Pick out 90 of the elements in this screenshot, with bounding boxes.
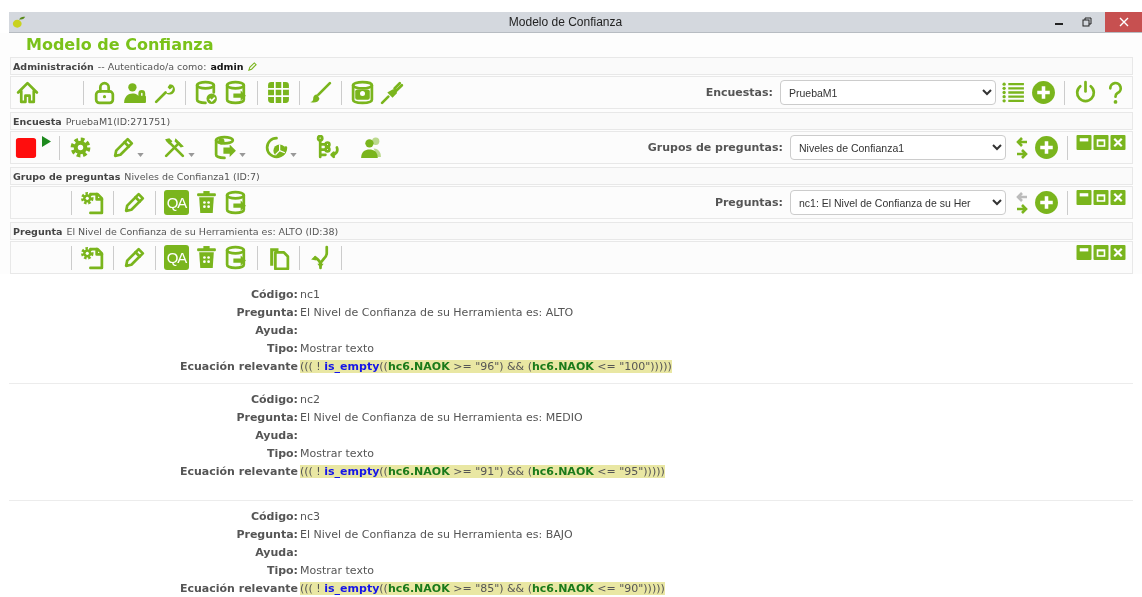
pencil-icon[interactable] bbox=[247, 61, 257, 71]
field-label: Ayuda: bbox=[254, 546, 299, 561]
close-icon[interactable] bbox=[1110, 190, 1126, 205]
section-heading: Administración bbox=[13, 60, 94, 72]
close-icon[interactable] bbox=[1110, 135, 1126, 150]
equation-text: ((( ! is_empty((hc6.NAOK >= "96") && (hc6.NAOK <= "100"))))) bbox=[300, 360, 672, 373]
caret-icon[interactable] bbox=[137, 153, 144, 157]
survey-name: PruebaM1(ID:271751) bbox=[65, 115, 171, 127]
field-label: Ayuda: bbox=[254, 429, 299, 444]
field-label: Código: bbox=[249, 510, 299, 525]
plug-icon[interactable] bbox=[380, 80, 405, 105]
section-heading: Pregunta bbox=[13, 225, 63, 237]
field-label: Pregunta: bbox=[235, 528, 299, 543]
selector-label: Encuestas: bbox=[705, 86, 773, 99]
caret-icon[interactable] bbox=[188, 153, 195, 157]
tools-icon[interactable] bbox=[162, 135, 187, 160]
group-select[interactable]: Niveles de Confianza1 bbox=[790, 135, 1006, 160]
close-button[interactable] bbox=[1105, 12, 1142, 32]
survey-select[interactable]: PruebaM1 bbox=[780, 80, 996, 105]
users-icon[interactable] bbox=[358, 135, 383, 160]
field-label: Tipo: bbox=[265, 342, 299, 357]
play-icon[interactable] bbox=[42, 136, 51, 147]
caret-icon[interactable] bbox=[290, 153, 297, 157]
user-lock-icon[interactable] bbox=[122, 80, 147, 105]
lock-icon[interactable] bbox=[92, 80, 117, 105]
field-label: Código: bbox=[249, 393, 299, 408]
field-label: Código: bbox=[249, 288, 299, 303]
section-heading: Encuesta bbox=[13, 115, 62, 127]
database-export-icon[interactable] bbox=[224, 80, 249, 105]
question-name: El Nivel de Confianza de su Herramienta es: ALTO (ID:38) bbox=[66, 225, 339, 237]
add-icon[interactable] bbox=[1034, 190, 1059, 215]
caret-icon[interactable] bbox=[239, 153, 246, 157]
add-icon[interactable] bbox=[1034, 135, 1059, 160]
close-icon bbox=[1118, 17, 1129, 27]
add-icon[interactable] bbox=[1031, 80, 1056, 105]
equation-text: ((( ! is_empty((hc6.NAOK >= "85") && (hc6.NAOK <= "90"))))) bbox=[300, 582, 665, 595]
field-value: Mostrar texto bbox=[300, 342, 375, 357]
database-export-icon[interactable] bbox=[224, 245, 249, 270]
field-label: Ecuación relevante bbox=[178, 582, 299, 597]
close-icon[interactable] bbox=[1110, 245, 1126, 260]
tree-icon[interactable] bbox=[315, 135, 340, 160]
question-select[interactable]: nc1: El Nivel de Confianza de su Her bbox=[790, 190, 1006, 215]
field-label: Ecuación relevante bbox=[178, 465, 299, 480]
field-label: Tipo: bbox=[265, 564, 299, 579]
user-name: admin bbox=[210, 60, 244, 72]
maximize-icon[interactable] bbox=[1093, 190, 1109, 205]
group-name: Niveles de Confianza1 (ID:7) bbox=[124, 170, 260, 182]
maximize-icon[interactable] bbox=[1093, 135, 1109, 150]
field-label: Ecuación relevante bbox=[178, 360, 299, 375]
previous-next-icon[interactable] bbox=[1015, 134, 1029, 161]
pie-chart-icon[interactable] bbox=[264, 135, 289, 160]
section-heading: Grupo de preguntas bbox=[13, 170, 121, 182]
pencil-icon[interactable] bbox=[122, 245, 147, 270]
field-label: Pregunta: bbox=[235, 306, 299, 321]
field-value: El Nivel de Confianza de su Herramienta es: BAJO bbox=[300, 528, 574, 543]
pencil-icon[interactable] bbox=[122, 190, 147, 215]
field-label: Pregunta: bbox=[235, 411, 299, 426]
list-icon[interactable] bbox=[1001, 80, 1026, 105]
app-title: Modelo de Confianza bbox=[25, 34, 215, 55]
field-value: Mostrar texto bbox=[300, 447, 375, 462]
file-settings-icon[interactable] bbox=[80, 190, 105, 215]
lemon-icon bbox=[12, 15, 26, 29]
stop-icon[interactable] bbox=[15, 136, 37, 159]
trash-icon[interactable] bbox=[194, 190, 219, 215]
field-value: nc1 bbox=[300, 288, 322, 303]
field-label: Ayuda: bbox=[254, 324, 299, 339]
trash-icon[interactable] bbox=[194, 245, 219, 270]
field-value: nc2 bbox=[300, 393, 322, 408]
brush-icon[interactable] bbox=[308, 80, 333, 105]
pencil-icon[interactable] bbox=[111, 135, 136, 160]
field-value: Mostrar texto bbox=[300, 564, 375, 579]
maximize-icon[interactable] bbox=[1093, 245, 1109, 260]
home-icon[interactable] bbox=[15, 80, 40, 105]
settings-icon[interactable] bbox=[68, 135, 93, 160]
selector-label: Grupos de preguntas: bbox=[647, 141, 783, 154]
field-value: nc3 bbox=[300, 510, 322, 525]
field-value: El Nivel de Confianza de su Herramienta es: ALTO bbox=[300, 306, 575, 321]
selector-label: Preguntas: bbox=[714, 196, 783, 209]
auth-text: -- Autenticado/a como: bbox=[97, 60, 207, 72]
field-value: El Nivel de Confianza de su Herramienta es: MEDIO bbox=[300, 411, 584, 426]
database-check-icon[interactable] bbox=[194, 80, 219, 105]
field-label: Tipo: bbox=[265, 447, 299, 462]
file-settings-icon[interactable] bbox=[80, 245, 105, 270]
database-export-icon[interactable] bbox=[224, 190, 249, 215]
equation-text: ((( ! is_empty((hc6.NAOK >= "91") && (hc6.NAOK <= "95"))))) bbox=[300, 465, 665, 478]
window-title: Modelo de Confianza bbox=[507, 15, 624, 29]
power-icon[interactable] bbox=[1073, 80, 1098, 105]
restore-icon[interactable] bbox=[1082, 17, 1092, 27]
database-export-icon[interactable] bbox=[213, 135, 238, 160]
grid-icon[interactable] bbox=[266, 80, 291, 105]
